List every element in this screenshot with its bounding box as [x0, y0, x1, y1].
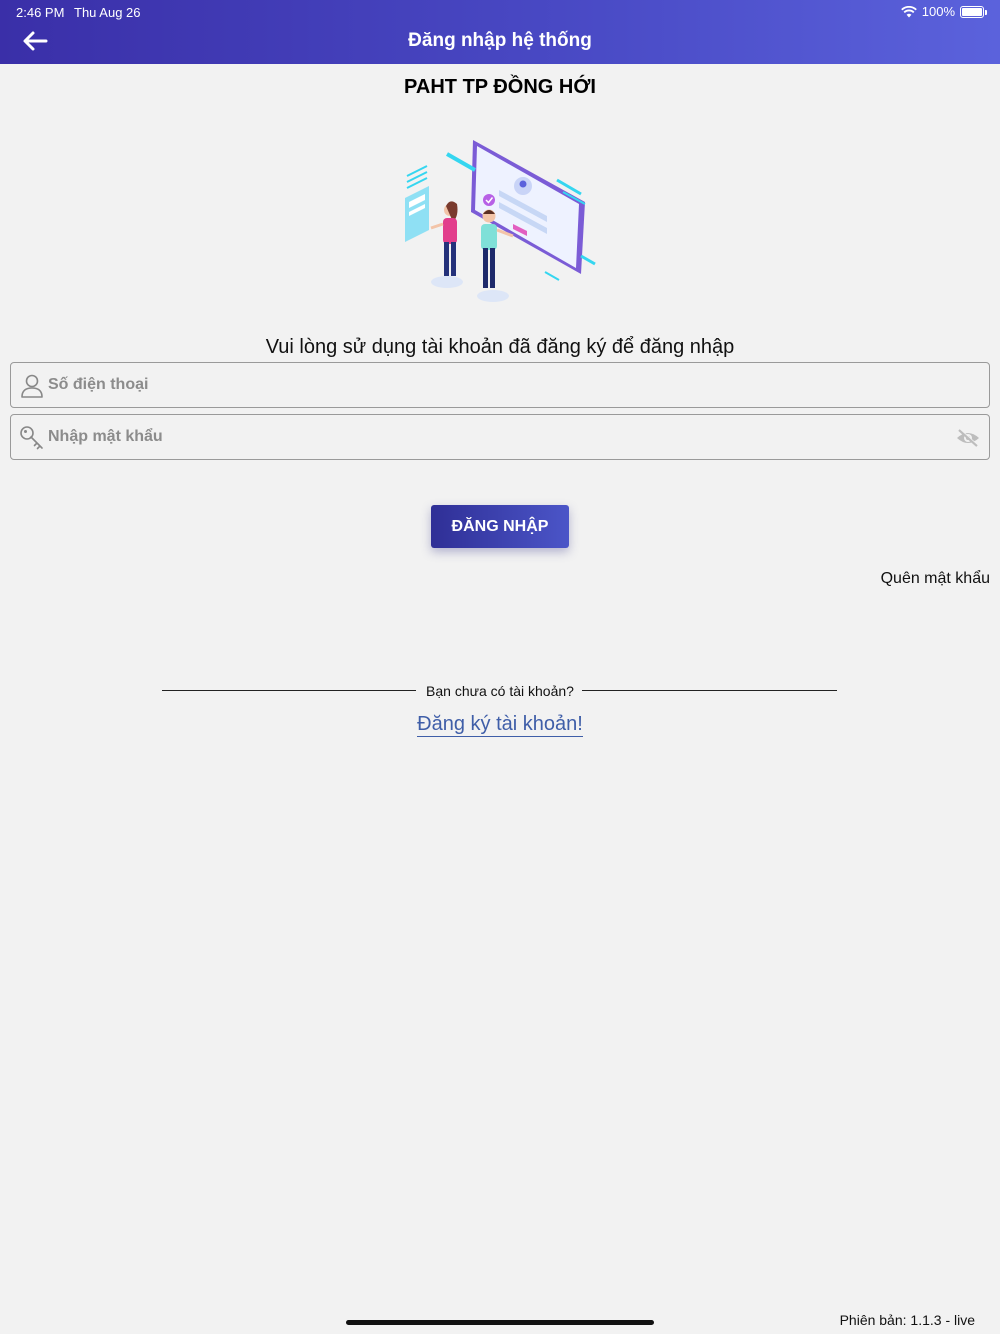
login-button[interactable]: ĐĂNG NHẬP	[431, 505, 569, 548]
register-container: Đăng ký tài khoản!	[0, 713, 1000, 737]
nav-title: Đăng nhập hệ thống	[408, 30, 592, 51]
wifi-icon	[900, 5, 917, 17]
version-label: Phiên bản: 1.1.3 - live	[839, 1312, 975, 1328]
home-indicator	[346, 1320, 654, 1325]
key-icon	[20, 426, 43, 450]
status-date: Thu Aug 26	[74, 5, 141, 20]
status-right: 100%	[900, 4, 987, 19]
login-illustration	[405, 140, 596, 302]
phone-placeholder: Số điện thoại	[48, 376, 149, 393]
status-time: 2:46 PM	[16, 5, 65, 20]
status-bar: 2:46 PM Thu Aug 26 100%	[0, 0, 1000, 24]
user-icon	[21, 374, 43, 398]
eye-slash-icon[interactable]	[955, 427, 981, 449]
password-placeholder: Nhập mật khẩu	[48, 428, 163, 445]
signup-prompt: Bạn chưa có tài khoản?	[418, 683, 582, 699]
battery-icon	[960, 5, 987, 18]
phone-field[interactable]: Số điện thoại	[10, 362, 990, 408]
password-field[interactable]: Nhập mật khẩu	[10, 414, 990, 460]
battery-percent: 100%	[921, 4, 955, 19]
header-bar: 2:46 PM Thu Aug 26 100% Đăng nhập hệ thố…	[0, 0, 1000, 64]
forgot-password-link[interactable]: Quên mật khẩu	[881, 570, 990, 588]
app-title: PAHT TP ĐỒNG HỚI	[404, 76, 596, 98]
signup-prompt-container: Bạn chưa có tài khoản?	[0, 683, 1000, 699]
register-link[interactable]: Đăng ký tài khoản!	[417, 713, 583, 737]
login-instruction: Vui lòng sử dụng tài khoản đã đăng ký để…	[265, 336, 735, 358]
